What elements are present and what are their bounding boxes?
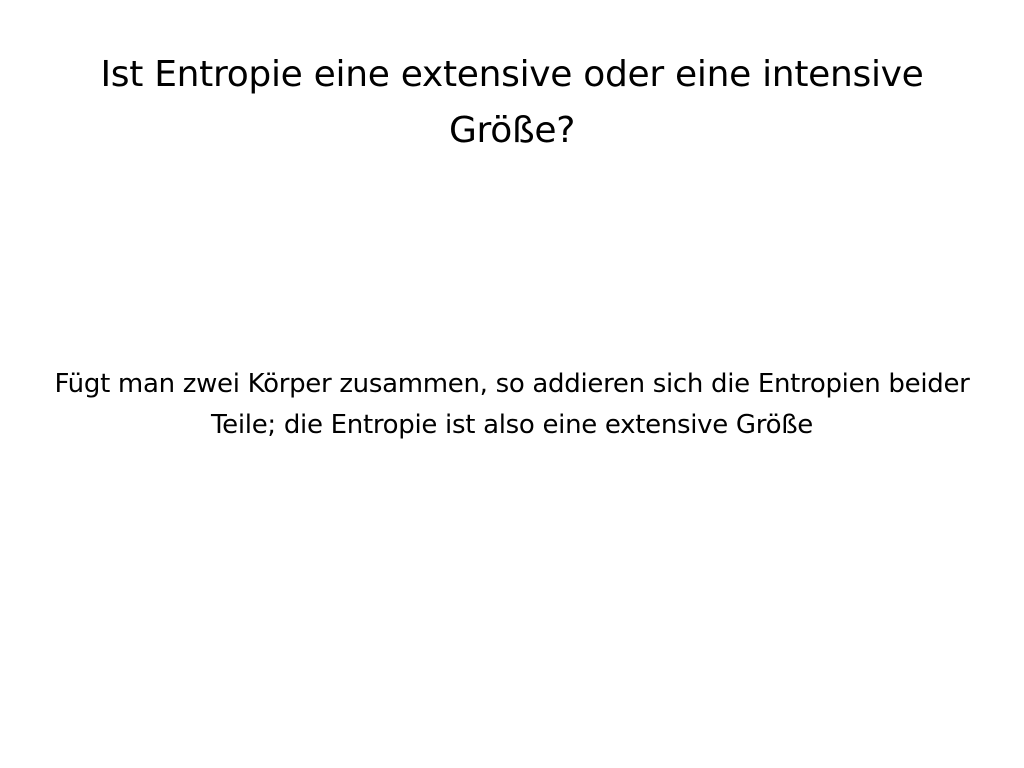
slide-body-text: Fügt man zwei Körper zusammen, so addier… [54, 369, 970, 440]
slide-title: Ist Entropie eine extensive oder eine in… [100, 54, 924, 151]
presentation-slide: Ist Entropie eine extensive oder eine in… [0, 0, 1024, 768]
